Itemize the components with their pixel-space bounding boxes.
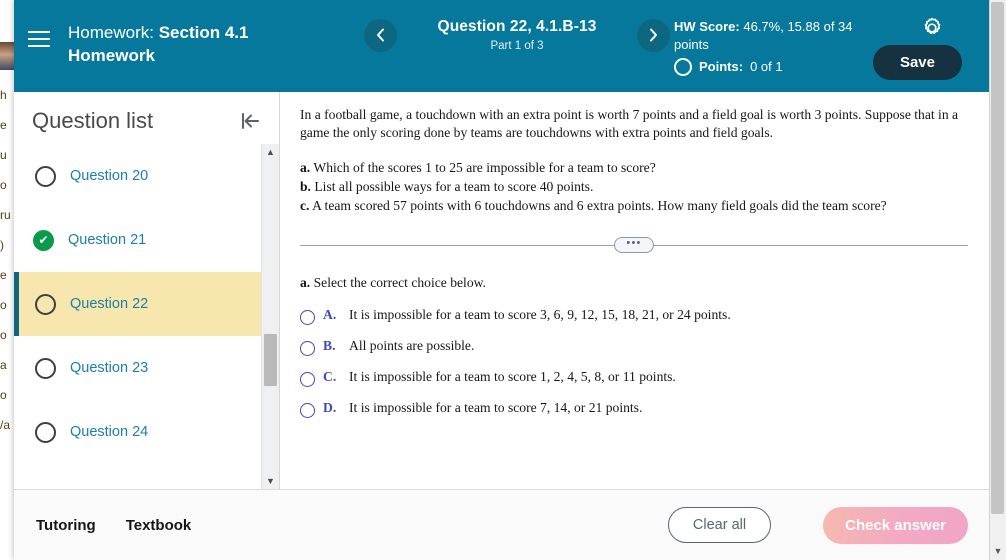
subpart-c: c. A team scored 57 points with 6 touchd… (300, 196, 968, 215)
main-body: Question list Question 20 ✔ Question 21 … (14, 92, 990, 489)
question-list-item-label: Question 22 (70, 296, 149, 312)
answer-prompt-label: a. (300, 275, 311, 290)
question-list: Question 20 ✔ Question 21 Question 22 Qu… (14, 144, 261, 489)
correct-check-icon: ✔ (33, 229, 54, 251)
question-part-label: Part 1 of 3 (490, 40, 544, 52)
assignment-title: Homework: Section 4.1 Homework (68, 21, 298, 67)
question-subparts: a. Which of the scores 1 to 25 are impos… (300, 158, 968, 215)
question-list-scrollbar[interactable]: ▲ ▼ (261, 144, 279, 489)
chevron-left-icon (377, 28, 384, 42)
answer-choice-c[interactable]: C. It is impossible for a team to score … (300, 369, 968, 387)
textbook-link[interactable]: Textbook (126, 517, 192, 534)
subpart-a: a. Which of the scores 1 to 25 are impos… (300, 158, 968, 177)
expand-more-button[interactable]: ••• (614, 237, 654, 253)
window-scrollbar[interactable]: ▼ (989, 0, 1006, 560)
score-summary: HW Score: 46.7%, 15.88 of 34 points Poin… (674, 18, 889, 76)
hamburger-icon[interactable] (28, 26, 54, 52)
app-header: Homework: Section 4.1 Homework Question … (14, 0, 990, 92)
points-row: Points: 0 of 1 (674, 58, 889, 76)
previous-question-button[interactable] (364, 18, 397, 52)
chevron-right-icon (650, 28, 657, 42)
answer-choices: A. It is impossible for a team to score … (300, 307, 968, 418)
points-label: Points: (699, 59, 744, 74)
answer-choice-letter: B. (323, 338, 336, 353)
question-content: In a football game, a touchdown with an … (280, 92, 990, 489)
answer-choice-text: It is impossible for a team to score 7, … (349, 400, 643, 415)
answer-prompt: a. Select the correct choice below. (300, 275, 968, 291)
radio-icon[interactable] (300, 341, 315, 356)
check-answer-button[interactable]: Check answer (823, 506, 968, 544)
scrollbar-thumb[interactable] (264, 334, 277, 386)
unanswered-icon (35, 165, 56, 187)
answer-choice-b[interactable]: B. All points are possible. (300, 338, 968, 356)
hw-score-row: HW Score: 46.7%, 15.88 of 34 points (674, 18, 889, 54)
triangle-down-icon[interactable]: ▼ (990, 542, 1006, 560)
subpart-a-label: a. (300, 160, 311, 175)
radio-icon[interactable] (300, 372, 315, 387)
answer-choice-text: It is impossible for a team to score 1, … (349, 369, 676, 384)
next-question-button[interactable] (637, 18, 670, 52)
answer-choice-letter: C. (323, 369, 337, 384)
radio-icon[interactable] (300, 310, 315, 325)
subpart-c-text: A team scored 57 points with 6 touchdown… (312, 198, 887, 213)
points-status-icon (674, 58, 692, 76)
unanswered-icon (35, 357, 56, 379)
question-list-item-20[interactable]: Question 20 (14, 144, 261, 208)
question-list-item-label: Question 23 (70, 360, 149, 376)
window-scrollbar-thumb[interactable] (991, 2, 1004, 514)
triangle-down-icon[interactable]: ▼ (262, 473, 279, 489)
unanswered-icon (35, 421, 56, 443)
radio-icon[interactable] (300, 403, 315, 418)
question-stem: In a football game, a touchdown with an … (300, 107, 959, 140)
question-list-item-23[interactable]: Question 23 (14, 336, 261, 400)
homework-dialog: Homework: Section 4.1 Homework Question … (14, 0, 990, 560)
question-list-item-label: Question 24 (70, 424, 149, 440)
question-label-block: Question 22, 4.1.B-13 Part 1 of 3 (411, 18, 623, 52)
gear-icon-glyph (924, 17, 941, 34)
clear-all-button[interactable]: Clear all (667, 507, 772, 543)
answer-choice-text: It is impossible for a team to score 3, … (349, 307, 731, 322)
question-list-item-22[interactable]: Question 22 (14, 272, 261, 336)
question-list-item-21[interactable]: ✔ Question 21 (14, 208, 261, 272)
answer-choice-letter: D. (323, 400, 337, 415)
subpart-b-label: b. (300, 179, 311, 194)
answer-choice-d[interactable]: D. It is impossible for a team to score … (300, 400, 968, 418)
answer-choice-a[interactable]: A. It is impossible for a team to score … (300, 307, 968, 325)
question-title: Question 22, 4.1.B-13 (437, 18, 597, 35)
answer-choice-letter: A. (323, 307, 337, 322)
question-list-item-label: Question 21 (68, 232, 147, 248)
subpart-c-label: c. (300, 198, 310, 213)
points-value: 0 of 1 (750, 59, 783, 74)
save-button[interactable]: Save (872, 45, 962, 80)
subpart-a-text: Which of the scores 1 to 25 are impossib… (313, 160, 656, 175)
question-list-scroll-area: Question 20 ✔ Question 21 Question 22 Qu… (14, 144, 279, 489)
collapse-left-icon-glyph (242, 113, 259, 129)
subpart-b-text: List all possible ways for a team to sco… (314, 179, 594, 194)
triangle-up-icon[interactable]: ▲ (262, 144, 279, 160)
gear-icon[interactable] (920, 16, 944, 40)
question-list-item-label: Question 20 (70, 168, 149, 184)
subpart-b: b. List all possible ways for a team to … (300, 177, 968, 196)
question-list-item-24[interactable]: Question 24 (14, 400, 261, 464)
question-list-panel: Question list Question 20 ✔ Question 21 … (14, 92, 280, 489)
question-list-header: Question list (14, 92, 279, 144)
app-footer: Tutoring Textbook Clear all Check answer (14, 489, 990, 560)
unanswered-icon (35, 293, 56, 315)
assignment-prefix: Homework: (68, 23, 154, 42)
question-list-title: Question list (32, 108, 154, 133)
collapse-left-icon[interactable] (239, 110, 261, 132)
hw-score-label: HW Score: (674, 19, 740, 34)
answer-prompt-text: Select the correct choice below. (313, 275, 486, 290)
tutoring-link[interactable]: Tutoring (36, 517, 96, 534)
section-divider: ••• (300, 237, 968, 253)
question-navigator: Question 22, 4.1.B-13 Part 1 of 3 (364, 18, 670, 52)
answer-choice-text: All points are possible. (349, 338, 475, 353)
